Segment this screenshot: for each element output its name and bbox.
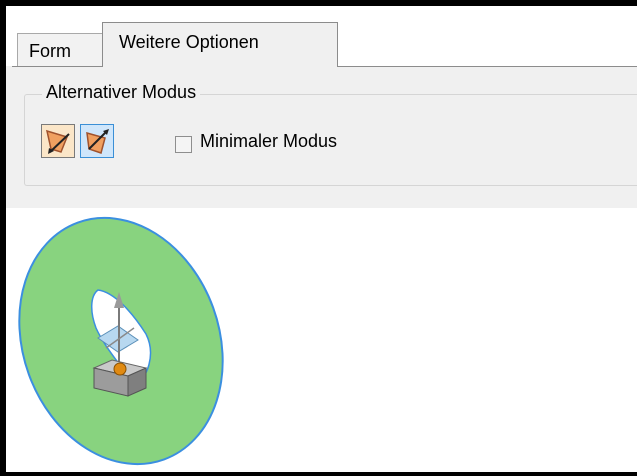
minimal-mode-checkbox[interactable] <box>175 136 192 153</box>
expand-mode-button[interactable] <box>80 124 114 158</box>
minimal-mode-label: Minimaler Modus <box>200 131 338 151</box>
tab-weitere-optionen[interactable]: Weitere Optionen <box>102 22 338 67</box>
shrink-mode-button[interactable] <box>41 124 75 158</box>
group-legend: Alternativer Modus <box>42 82 201 103</box>
expand-mode-icon <box>86 129 109 154</box>
tab-form[interactable]: Form <box>17 33 103 66</box>
3d-viewport[interactable] <box>6 208 637 472</box>
frame-bottom-border <box>0 472 637 476</box>
shrink-mode-icon <box>45 129 70 154</box>
